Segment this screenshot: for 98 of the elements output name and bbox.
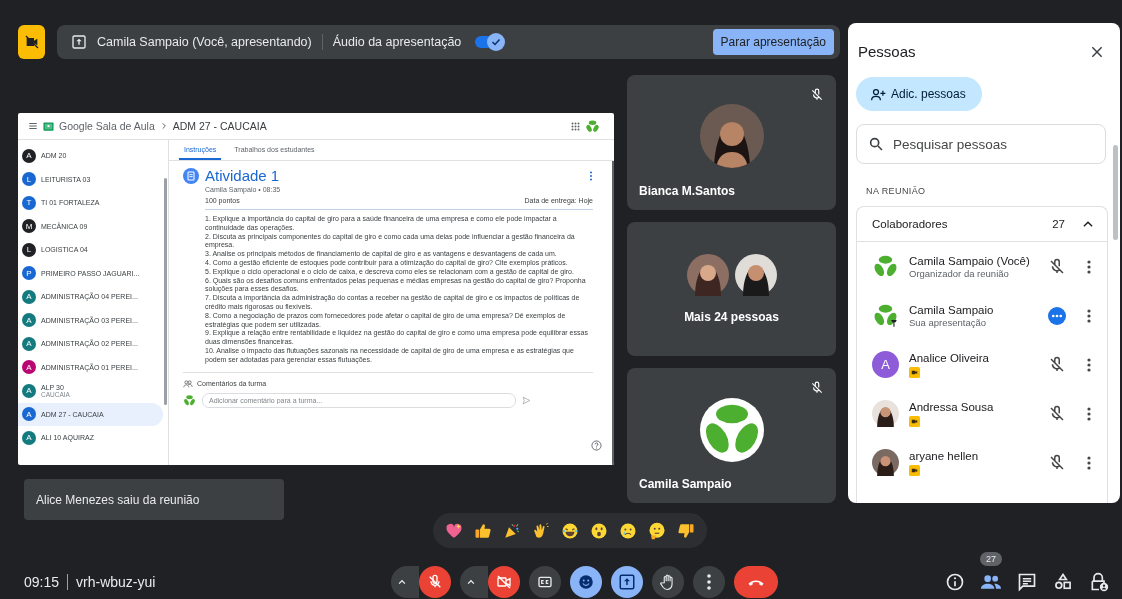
audio-label: Áudio da apresentação <box>332 35 462 49</box>
more-options-icon[interactable] <box>1087 406 1091 421</box>
search-icon <box>868 136 884 152</box>
camera-off-indicator <box>18 25 45 59</box>
participant-count-badge: 27 <box>980 552 1002 566</box>
class-avatar: A <box>22 407 36 422</box>
scroll-bar[interactable] <box>1113 145 1118 240</box>
participant-avatar: A <box>872 351 899 378</box>
caret-up-icon <box>397 577 408 587</box>
leaf-logo-icon[interactable] <box>585 118 600 134</box>
people-icon <box>183 378 193 389</box>
audio-toggle[interactable] <box>475 36 502 48</box>
more-options-icon[interactable] <box>1087 259 1091 274</box>
class-avatar: A <box>22 360 36 375</box>
class-avatar: A <box>22 148 36 163</box>
camera-button[interactable] <box>488 566 521 598</box>
presenter-label: Camila Sampaio (Você, apresentando) <box>97 35 312 49</box>
person-avatar-icon <box>686 254 729 296</box>
raise-hand-button[interactable] <box>652 566 685 598</box>
caret-up-icon <box>466 577 477 587</box>
reactions-button[interactable] <box>570 566 603 598</box>
class-avatar: T <box>22 195 36 210</box>
app-title[interactable]: Google Sala de Aula <box>59 120 155 132</box>
party-popper-icon[interactable] <box>502 521 521 540</box>
present-screen-icon <box>618 573 637 591</box>
leaf-logo-icon <box>699 397 764 462</box>
more-vertical-icon <box>707 574 712 590</box>
notification-toast: Alice Menezes saiu da reunião <box>24 479 284 520</box>
class-avatar: A <box>22 313 36 328</box>
lock-person-icon <box>1089 572 1109 592</box>
class-avatar: A <box>22 336 36 351</box>
leaf-logo-pin-icon <box>872 302 899 329</box>
participant-name: Camila Sampaio <box>639 477 732 491</box>
stop-presenting-button[interactable]: Parar apresentação <box>712 29 834 55</box>
more-options-icon[interactable] <box>1087 308 1091 323</box>
present-screen-button[interactable] <box>611 566 644 598</box>
close-icon[interactable] <box>1090 44 1104 59</box>
assignment-icon <box>183 167 199 184</box>
participant-name: Bianca M.Santos <box>639 183 736 198</box>
search-field[interactable]: Pesquisar pessoas <box>856 124 1106 164</box>
leaf-logo-icon <box>183 393 196 407</box>
leave-call-button[interactable] <box>734 566 779 598</box>
menu-icon[interactable] <box>28 121 38 131</box>
present-screen-icon <box>71 34 87 50</box>
surprised-face-icon[interactable] <box>590 521 609 540</box>
meeting-code: vrh-wbuz-yui <box>76 574 156 590</box>
chevron-right-icon <box>159 122 168 130</box>
scroll-bar[interactable] <box>164 178 167 405</box>
captions-button[interactable] <box>529 566 562 598</box>
class-avatar: L <box>22 242 36 257</box>
panel-title: Pessoas <box>858 43 916 60</box>
person-avatar-icon <box>872 449 899 476</box>
participant-role: Organizador da reunião <box>909 267 1010 279</box>
class-avatar: A <box>22 289 36 304</box>
add-people-button[interactable]: Adic. pessoas <box>856 77 982 111</box>
apps-grid-icon[interactable] <box>571 121 580 131</box>
thumbs-up-icon[interactable] <box>473 521 492 540</box>
thinking-face-icon[interactable] <box>648 521 667 540</box>
classroom-icon <box>43 120 54 132</box>
section-label: NA REUNIÃO <box>866 186 927 196</box>
breadcrumb[interactable]: ADM 27 - CAUCAIA <box>172 120 267 132</box>
class-avatar: P <box>22 266 36 281</box>
class-avatar: L <box>22 172 36 187</box>
more-options-button[interactable] <box>693 566 726 598</box>
microphone-button[interactable] <box>419 566 452 598</box>
participant-name: Mais 24 pessoas <box>684 310 779 324</box>
more-options-icon[interactable] <box>589 170 593 181</box>
check-icon <box>490 36 503 48</box>
chat-icon <box>1017 572 1037 592</box>
assignment-title: Atividade 1 <box>205 167 280 184</box>
people-icon <box>980 572 1002 592</box>
info-icon <box>945 572 965 592</box>
participant-name: Camila Sampaio (Você) <box>909 254 1031 267</box>
person-avatar-icon <box>872 400 899 427</box>
participant-name: Analice Oliveira <box>909 351 990 364</box>
class-avatar: A <box>22 383 36 398</box>
class-avatar: M <box>22 219 36 234</box>
heart-icon[interactable] <box>444 521 463 540</box>
crying-face-icon[interactable] <box>619 521 638 540</box>
person-avatar-icon <box>734 254 777 296</box>
add-person-icon <box>870 86 887 102</box>
thumbs-down-icon[interactable] <box>677 521 696 540</box>
shapes-icon <box>1053 572 1073 592</box>
more-options-icon[interactable] <box>1087 357 1091 372</box>
clapping-hands-icon[interactable] <box>531 521 550 540</box>
participant-name: Camila Sampaio <box>909 303 995 316</box>
camera-off-icon <box>496 574 513 590</box>
clock-time: 09:15 <box>24 574 60 590</box>
help-icon[interactable] <box>591 440 602 451</box>
class-avatar: A <box>22 430 36 445</box>
participant-name: aryane hellen <box>909 449 980 462</box>
more-options-icon[interactable] <box>1087 455 1091 470</box>
captions-icon <box>537 574 554 590</box>
smiley-icon <box>577 573 596 591</box>
participant-role: Sua apresentação <box>909 316 988 328</box>
group-header[interactable]: Colaboradores 27 <box>857 207 1107 242</box>
participant-name: Andressa Sousa <box>909 400 995 413</box>
laughing-face-icon[interactable] <box>561 521 579 540</box>
